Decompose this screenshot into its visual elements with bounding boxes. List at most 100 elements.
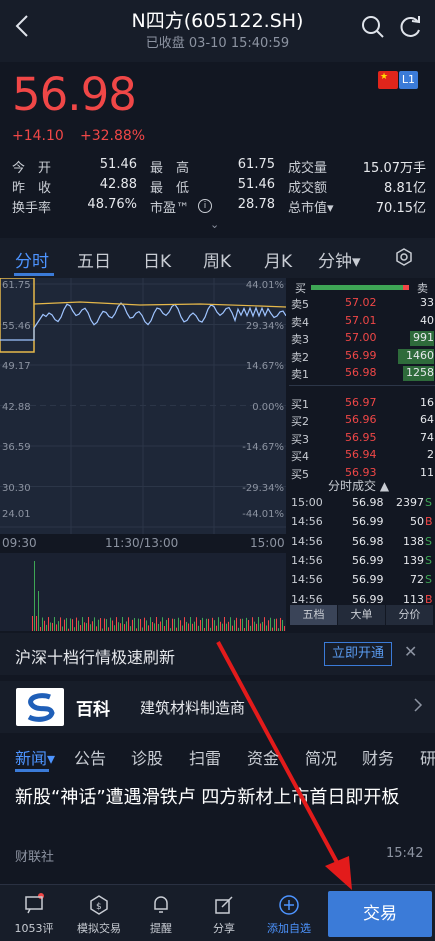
volume-bar [220,621,221,631]
trades-tab[interactable]: 分价 [386,605,433,625]
volume-bar [98,619,99,631]
orderbook-level: 买3 [291,432,309,446]
stat-value: 61.75 [237,157,275,172]
refresh-icon[interactable] [398,14,424,40]
volume-bar [242,618,243,631]
orderbook-level: 买4 [291,450,309,463]
footer-simulate-button[interactable]: $ 模拟交易 [68,892,130,936]
tab-0[interactable]: 分时 [15,247,49,272]
orderbook-volume: 64 [420,413,434,426]
volume-bar [266,625,267,631]
svg-text:$: $ [96,902,102,912]
baike-desc: 建筑材料制造商 [140,699,246,717]
volume-bar [274,618,275,631]
footer-share-button[interactable]: 分享 [193,892,255,936]
volume-bar [36,616,37,631]
volume-bar [260,623,261,631]
volume-bar [132,619,133,631]
volume-bar [38,591,39,631]
news-tab[interactable]: 诊股 [131,745,163,769]
footer-label: 分享 [213,922,235,935]
simulate-icon: $ [88,894,110,916]
volume-bar [244,628,245,631]
news-tab[interactable]: 研 [420,745,435,769]
volume-bar [84,622,85,631]
tab-4[interactable]: 月K [264,247,292,272]
stat-label: 市盈™ [150,201,190,216]
tab-5[interactable]: 分钟▾ [318,247,361,272]
volume-bar [200,620,201,631]
avg-price-line [33,301,287,308]
news-tab[interactable]: 资金 [247,745,279,769]
level-badge[interactable]: L1 [399,71,418,89]
volume-bar [230,617,231,631]
volume-bar [270,617,271,631]
volume-bar [174,618,175,631]
stat-label: 换手率 [12,201,52,216]
volume-bar [128,617,129,631]
volume-bar [108,627,109,631]
volume-bar [110,617,111,631]
pe-info-icon[interactable]: i [198,199,212,213]
stat-value: 48.76% [87,197,137,212]
orderbook-level: 买2 [291,415,309,428]
footer-comment-button[interactable]: 1053评 [3,892,65,936]
volume-bar [256,623,257,631]
promo-open-button[interactable]: 立即开通 [324,642,392,666]
stat-value: 28.78 [237,197,275,212]
stat-label: 今 开 [12,161,52,176]
orderbook-level: 卖5 [291,298,309,311]
news-tab[interactable]: 公告 [74,745,106,769]
trades-tab[interactable]: 大单 [338,605,385,625]
volume-bar [138,618,139,631]
expand-chevron-icon[interactable]: ⌄ [210,218,219,231]
orderbook-ratio-bar [311,285,403,290]
search-icon[interactable] [360,14,386,40]
close-icon[interactable]: ✕ [404,642,417,661]
news-tab[interactable]: 简况 [305,745,337,769]
footer-bell-button[interactable]: 提醒 [130,892,192,936]
y-tick-left: 55.46 [2,320,31,332]
volume-bar [78,620,79,631]
trade-button[interactable]: 交易 [328,891,432,937]
y-tick-left: 36.59 [2,442,31,453]
trade-time: 14:56 [291,592,323,606]
volume-bar [116,617,117,631]
tab-1[interactable]: 五日 [77,247,111,272]
chart-settings-icon[interactable] [395,248,413,266]
volume-bar [178,617,179,631]
tab-2[interactable]: 日K [143,247,171,272]
news-headline[interactable]: 新股“神话”遭遇滑铁卢 四方新材上市首日即开板 [15,784,420,812]
volume-bar [142,627,143,631]
trades-tab[interactable]: 五档 [290,605,337,625]
news-tab[interactable]: 新闻▾ [15,745,55,769]
orderbook-volume: 33 [420,296,434,309]
tab-3[interactable]: 周K [203,247,231,272]
tab-underline [14,273,54,276]
volume-bar [232,625,233,631]
volume-bar [146,620,147,631]
stat-label: 昨 收 [12,181,52,196]
stat-value: 8.81亿 [384,181,426,196]
news-tab[interactable]: 财务 [362,745,394,769]
news-tab[interactable]: 扫雷 [189,745,221,769]
volume-bar [188,623,189,631]
trade-volume: 72 [410,573,424,587]
trade-volume: 138 [403,534,424,548]
volume-bar [62,626,63,631]
volume-bar [56,624,57,631]
trades-title[interactable]: 分时成交 ▲ [328,477,389,494]
orderbook-volume: 40 [420,313,434,327]
volume-bar [68,628,69,631]
orderbook-level: 卖1 [291,368,309,381]
stat-value: 15.07万手 [362,161,426,176]
company-logo-icon [16,688,64,726]
volume-bar [150,617,151,631]
footer-plus-button[interactable]: 添加自选 [258,892,320,936]
trade-volume: 2397 [396,496,424,509]
x-tick: 09:30 [2,536,37,550]
trade-volume: 50 [410,515,424,529]
promo-text: 沪深十档行情极速刷新 [15,648,176,667]
price-change-pct: +32.88% [80,128,146,144]
y-tick-right: -44.01% [242,509,284,520]
